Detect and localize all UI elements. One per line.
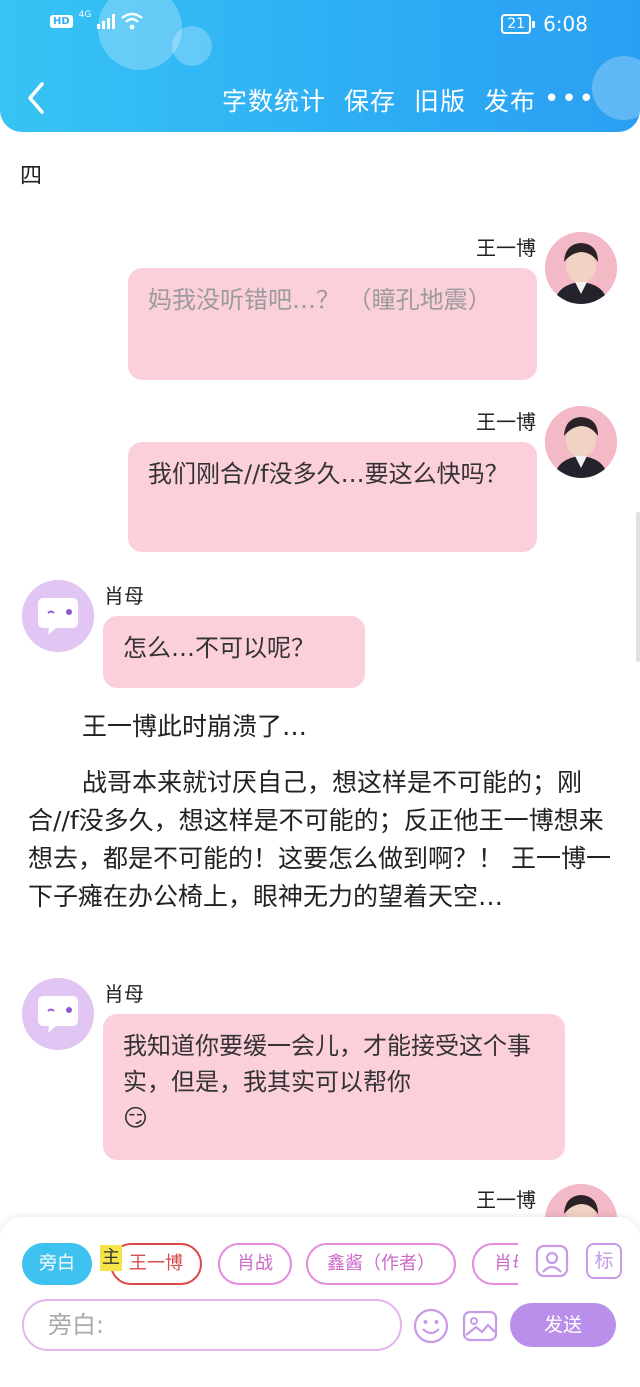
main-character-badge: 主 [100, 1245, 122, 1271]
nav-actions: 字数统计 保存 旧版 发布 [222, 82, 536, 118]
avatar-wangyibo[interactable] [545, 1184, 617, 1217]
publish-button[interactable]: 发布 [484, 82, 536, 118]
message-bubble: 我们刚合//f没多久…要这么快吗？ [128, 442, 537, 552]
role-chip-narrator[interactable]: 旁白 [22, 1243, 92, 1285]
role-chip-wangyibo[interactable]: 王一博 [110, 1243, 202, 1285]
message-bubble: 妈我没听错吧…？ （瞳孔地震） [128, 268, 537, 380]
smirk-emoji: 😏 [123, 1104, 149, 1132]
image-icon[interactable] [461, 1307, 499, 1345]
more-icon[interactable]: ••• [544, 84, 596, 114]
narration-line: 王一博此时崩溃了… [82, 712, 308, 741]
emoji-icon[interactable] [412, 1307, 450, 1345]
speaker-name: 肖母 [104, 982, 144, 1006]
message-bubble: 我知道你要缓一会儿，才能接受这个事实，但是，我其实可以帮你 😏 [103, 1014, 565, 1160]
speaker-name: 王一博 [476, 236, 536, 260]
role-chip-xiaomu[interactable]: 肖母 [472, 1243, 518, 1285]
hd-badge: HD [50, 14, 73, 28]
speaker-name: 王一博 [476, 1188, 536, 1212]
story-content[interactable]: 四 王一博 妈我没听错吧…？ （瞳孔地震） 王一博 我们刚合//f没多久…要这么… [0, 132, 640, 1217]
chapter-heading: 四 [20, 164, 43, 189]
add-character-icon[interactable] [534, 1243, 570, 1279]
signal-icon [97, 13, 116, 29]
avatar-wangyibo[interactable] [545, 232, 617, 304]
top-app-bar: HD 4G 21 6:08 字数统计 保存 旧版 发布 ••• [0, 0, 640, 132]
scrollbar[interactable] [636, 512, 640, 662]
nav-bar: 字数统计 保存 旧版 发布 ••• [0, 70, 640, 126]
role-selector[interactable]: 旁白 王一博 肖战 鑫酱（作者） 肖母 [22, 1243, 518, 1285]
tag-label: 标 [594, 1250, 614, 1272]
back-icon[interactable] [18, 78, 58, 118]
message-text: 我知道你要缓一会儿，才能接受这个事实，但是，我其实可以帮你 [123, 1032, 531, 1096]
avatar-default[interactable] [22, 580, 94, 652]
composer-panel: 旁白 王一博 肖战 鑫酱（作者） 肖母 主 标 旁白: 发送 [0, 1217, 640, 1387]
old-version-button[interactable]: 旧版 [414, 82, 466, 118]
clock: 6:08 [543, 12, 588, 36]
battery-icon: 21 [501, 14, 535, 34]
role-chip-xiaozhan[interactable]: 肖战 [218, 1243, 292, 1285]
network-type: 4G [78, 10, 92, 20]
message-input[interactable]: 旁白: [22, 1299, 402, 1351]
tag-button[interactable]: 标 [586, 1243, 622, 1279]
avatar-wangyibo[interactable] [545, 406, 617, 478]
avatar-default[interactable] [22, 978, 94, 1050]
send-button[interactable]: 发送 [510, 1303, 616, 1347]
status-bar: HD 4G 21 6:08 [0, 0, 640, 48]
role-chip-author[interactable]: 鑫酱（作者） [306, 1243, 456, 1285]
word-count-button[interactable]: 字数统计 [222, 82, 326, 118]
narration-paragraph: 战哥本来就讨厌自己，想这样是不可能的；刚合//f没多久，想这样是不可能的；反正他… [28, 768, 611, 911]
speaker-name: 王一博 [476, 410, 536, 434]
speaker-name: 肖母 [104, 584, 144, 608]
save-button[interactable]: 保存 [344, 82, 396, 118]
message-bubble: 怎么…不可以呢？ [103, 616, 365, 688]
wifi-icon [121, 12, 144, 30]
